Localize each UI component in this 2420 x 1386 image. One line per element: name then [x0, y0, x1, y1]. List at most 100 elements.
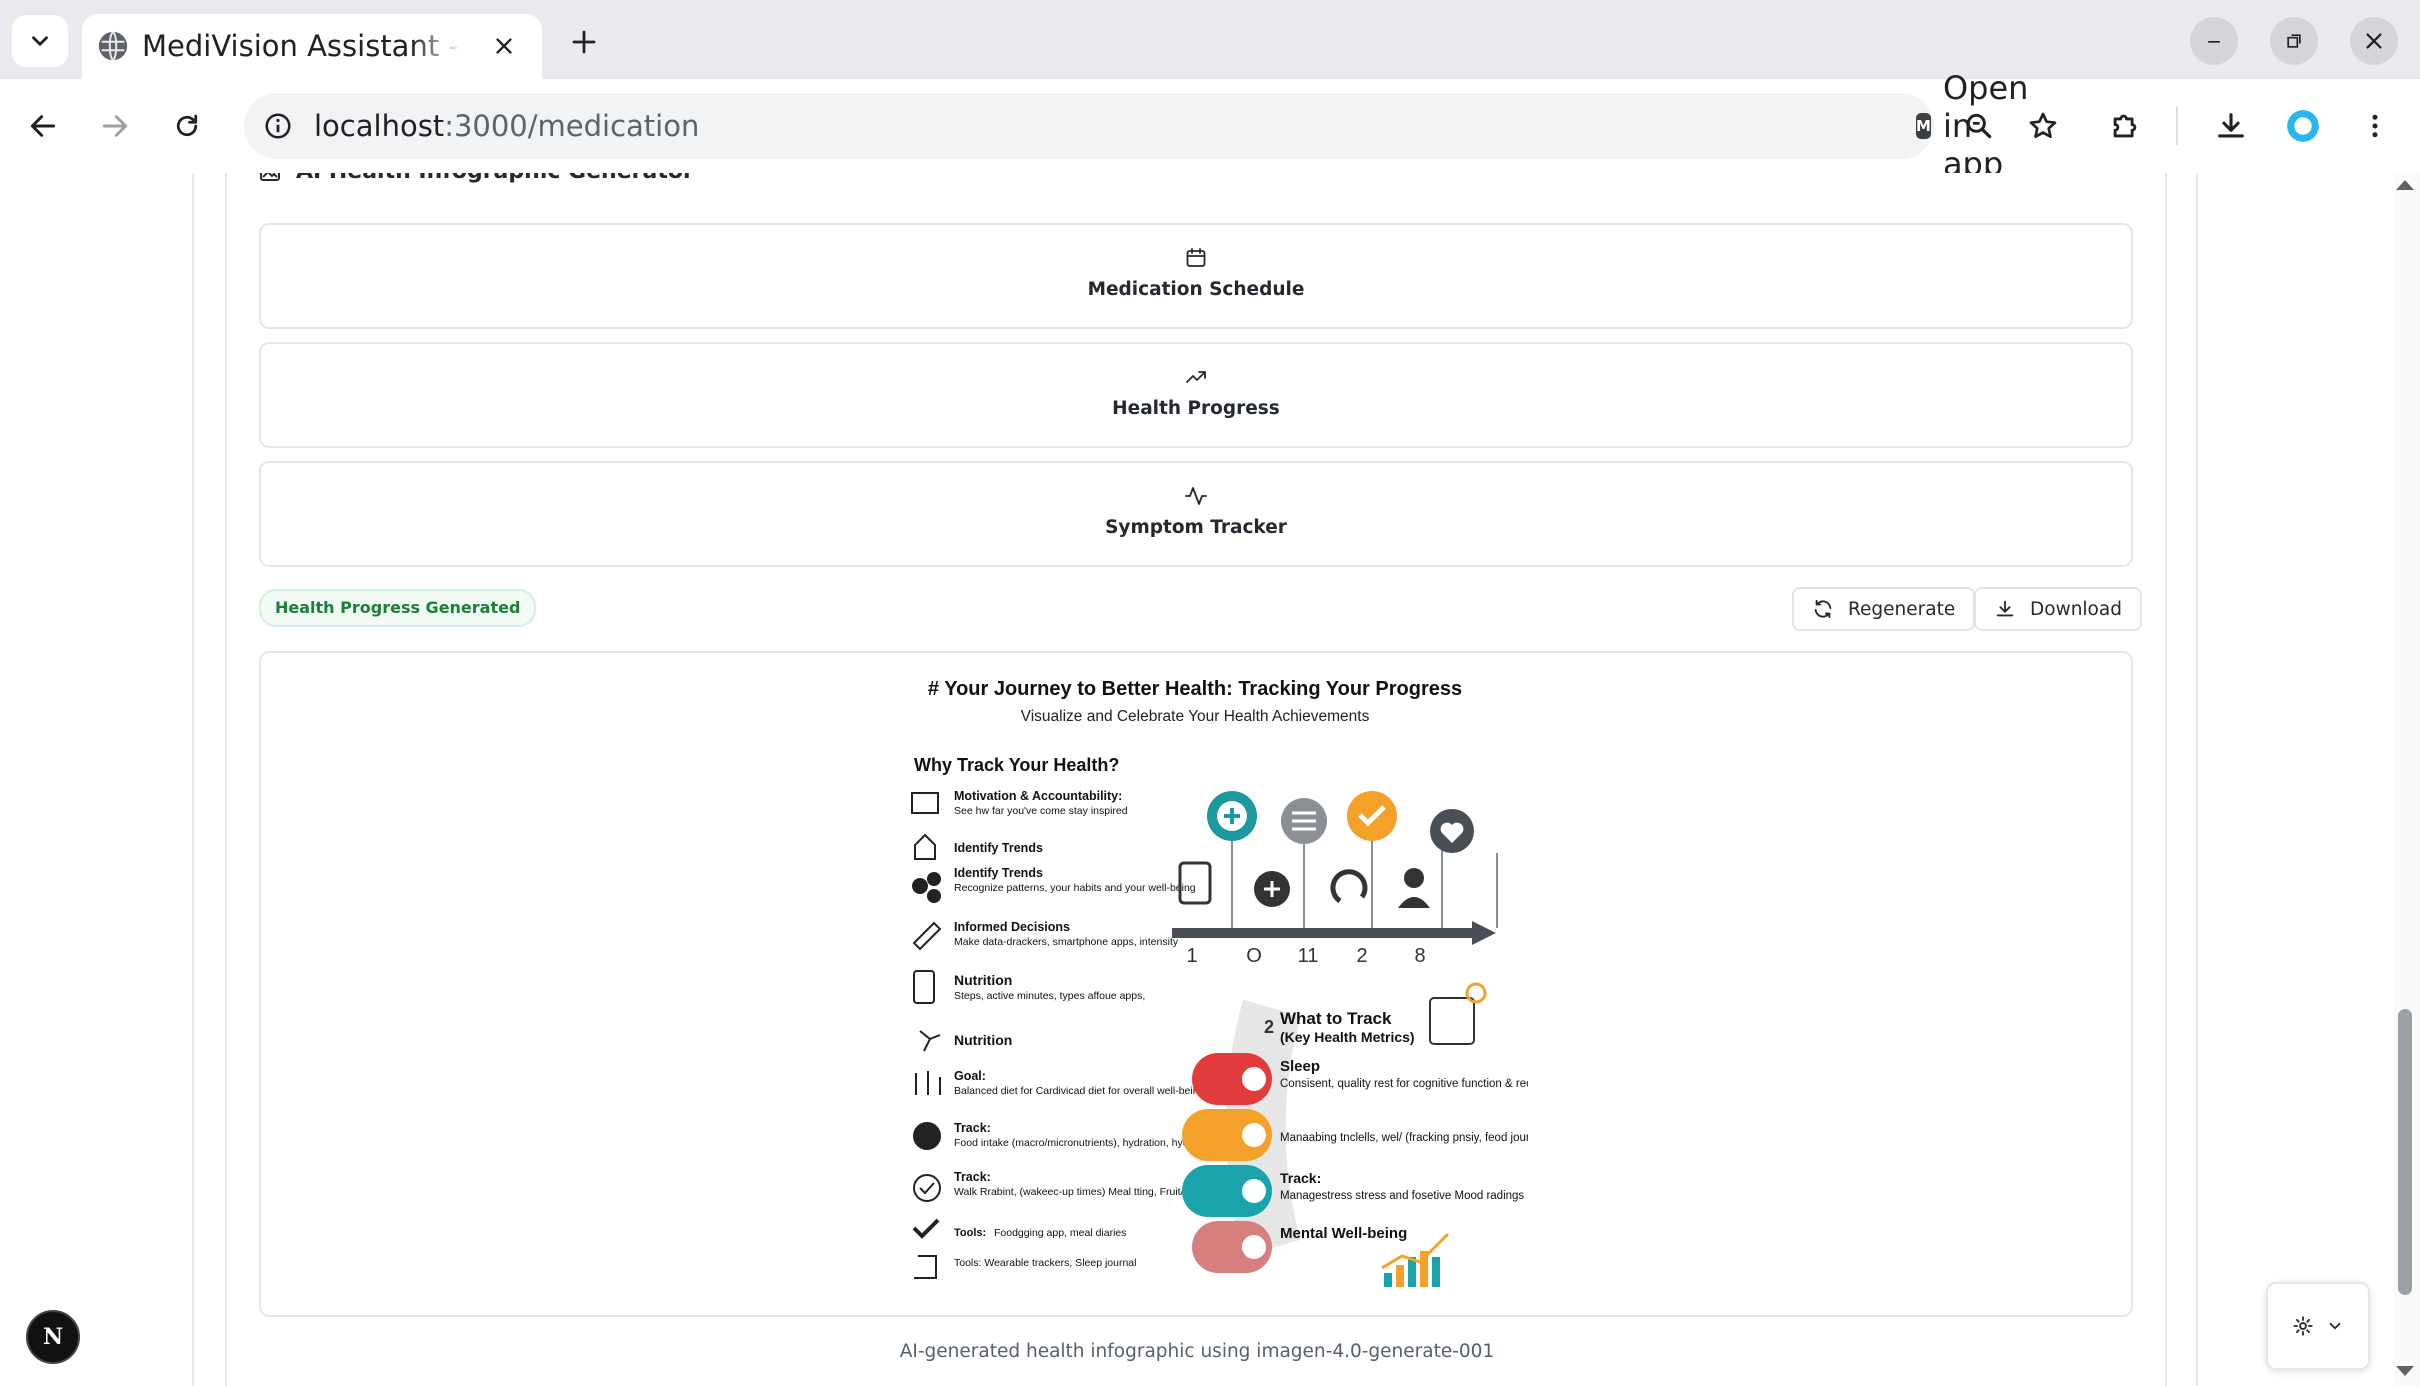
option-health-progress[interactable]: Health Progress — [259, 342, 2133, 448]
regenerate-button[interactable]: Regenerate — [1792, 587, 1976, 631]
browser-tab-bar: MediVision Assistant - AI Healthcare — [0, 0, 2420, 79]
browser-toolbar: localhost:3000/medication M Open in app — [0, 69, 2420, 183]
settings-widget[interactable] — [2266, 1282, 2370, 1370]
left-item-title: Identify Trends — [954, 866, 1043, 880]
scroll-down-arrow[interactable] — [2396, 1366, 2414, 1376]
left-item-desc: Tools: Wearable trackers, Sleep journal — [954, 1257, 1136, 1269]
left-item-desc: Make data-drackers, smartphone apps, int… — [954, 936, 1179, 948]
track-subheading: (Key Health Metrics) — [1280, 1029, 1415, 1045]
calendar-icon — [1183, 245, 1209, 271]
heart-check-pin-icon — [1347, 791, 1397, 841]
heart-icon — [1242, 1235, 1266, 1259]
track-number: 2 — [1264, 1017, 1274, 1037]
new-tab-button[interactable] — [564, 22, 604, 62]
metric-title: Sleep — [1280, 1058, 1320, 1075]
timeline-label: 11 — [1298, 945, 1319, 967]
metric-title: Track: — [1280, 1170, 1321, 1186]
metric-desc: Managestress stress and fosetive Mood ra… — [1280, 1190, 1524, 1202]
forward-button[interactable] — [92, 103, 138, 149]
download-icon — [1996, 600, 2014, 617]
left-item-title: Track: — [954, 1121, 991, 1135]
gear-icon — [2293, 1316, 2313, 1336]
url-text[interactable]: localhost:3000/medication — [314, 105, 699, 147]
download-button[interactable]: Download — [1974, 587, 2142, 631]
toolbar-divider — [2176, 107, 2178, 145]
arrow-right-icon — [102, 115, 128, 137]
scroll-up-arrow[interactable] — [2396, 180, 2414, 190]
minimize-button[interactable] — [2190, 17, 2238, 65]
infographic-title: # Your Journey to Better Health: Trackin… — [928, 678, 1462, 700]
layout-rail — [2196, 173, 2198, 1386]
address-bar[interactable]: localhost:3000/medication M Open in app — [244, 69, 2057, 183]
reload-icon — [176, 114, 198, 137]
more-vertical-icon — [2372, 114, 2378, 138]
puzzle-icon — [2113, 114, 2137, 138]
url-host: localhost — [314, 109, 445, 143]
left-item-desc: Food intake (macro/micronutrients), hydr… — [954, 1137, 1215, 1149]
metric-desc: Consisent, quality rest for cognitive fu… — [1280, 1078, 1528, 1090]
close-icon — [496, 38, 512, 54]
restore-button[interactable] — [2270, 17, 2318, 65]
tab-search-button[interactable] — [12, 15, 68, 67]
infographic-caption: AI-generated health infographic using im… — [899, 1341, 1495, 1362]
metric-desc: Manaabing tnclells, wel/ (fracking pnsiy… — [1280, 1132, 1528, 1144]
close-window-button[interactable] — [2350, 17, 2398, 65]
left-item-title: Goal: — [954, 1069, 986, 1083]
close-icon — [2366, 33, 2382, 49]
close-tab-button[interactable] — [488, 30, 520, 62]
browser-menu-button[interactable] — [2352, 103, 2398, 149]
scrollbar-thumb[interactable] — [2398, 1009, 2412, 1295]
reload-button[interactable] — [164, 103, 210, 149]
card-heading-text: AI Health Infographic Generator — [296, 173, 694, 184]
leaf-icon — [1242, 1123, 1266, 1147]
option-label: Health Progress — [1112, 398, 1280, 419]
regenerate-label: Regenerate — [1848, 598, 1956, 620]
avatar-icon — [2287, 110, 2319, 142]
zoom-button[interactable] — [1956, 103, 2002, 149]
globe-icon — [98, 31, 128, 61]
left-heading: Why Track Your Health? — [914, 755, 1119, 775]
left-item-title: Nutrition — [954, 1032, 1012, 1048]
option-label: Symptom Tracker — [1105, 517, 1287, 538]
infographic-subtitle: Visualize and Celebrate Your Health Achi… — [1021, 708, 1370, 725]
infographic-frame: # Your Journey to Better Health: Trackin… — [259, 651, 2133, 1317]
dashboard-icon — [1429, 997, 1475, 1045]
back-button[interactable] — [20, 103, 66, 149]
profile-button[interactable] — [2280, 103, 2326, 149]
timeline-label: 1 — [1186, 945, 1197, 967]
left-item-title: Informed Decisions — [954, 920, 1070, 934]
gauge-icon — [1242, 1179, 1266, 1203]
refresh-icon — [1814, 599, 1832, 619]
browser-tab-active[interactable]: MediVision Assistant - AI Healthcare — [82, 14, 542, 79]
left-item-desc: See hw far you've come stay inspired — [954, 805, 1128, 817]
star-icon — [2029, 112, 2057, 138]
generated-infographic[interactable]: # Your Journey to Better Health: Trackin… — [862, 653, 1528, 1315]
heart-pin-icon — [1430, 809, 1474, 853]
bookmark-button[interactable] — [2020, 103, 2066, 149]
left-item-title: Tools: — [954, 1227, 986, 1239]
track-heading: What to Track — [1280, 1009, 1392, 1028]
layout-rail — [192, 173, 194, 1386]
apple-icon — [913, 1122, 941, 1150]
downloads-button[interactable] — [2208, 103, 2254, 149]
chevron-down-icon — [32, 36, 48, 46]
left-item-title: Identify Trends — [954, 841, 1043, 855]
left-item-title: Motivation & Accountability: — [954, 789, 1122, 803]
option-medication-schedule[interactable]: Medication Schedule — [259, 223, 2133, 329]
left-item-desc: Steps, active minutes, types affoue apps… — [954, 990, 1145, 1002]
option-label: Medication Schedule — [1087, 279, 1305, 300]
zoom-icon — [1966, 113, 1992, 139]
metric-title: Mental Well-being — [1280, 1225, 1407, 1242]
info-icon — [265, 113, 291, 139]
left-item-title: Nutrition — [954, 972, 1012, 988]
arrow-left-icon — [30, 115, 56, 137]
dev-tools-badge[interactable]: N — [26, 1310, 80, 1364]
site-info-button[interactable] — [256, 104, 300, 148]
status-badge: Health Progress Generated — [259, 589, 537, 627]
download-icon — [2218, 113, 2244, 138]
option-symptom-tracker[interactable]: Symptom Tracker — [259, 461, 2133, 567]
plus-icon — [572, 30, 596, 54]
extensions-button[interactable] — [2102, 103, 2148, 149]
card-heading: AI Health Infographic Generator — [258, 173, 694, 184]
activity-icon — [1183, 483, 1209, 509]
